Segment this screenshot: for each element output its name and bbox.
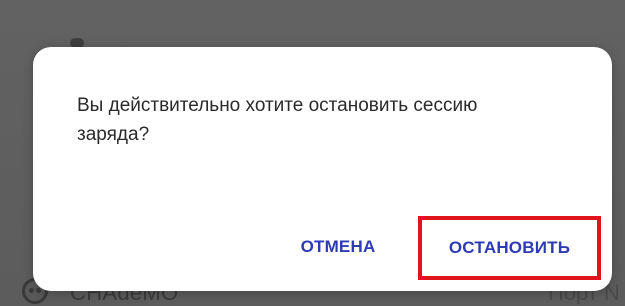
cancel-button[interactable]: ОТМЕНА xyxy=(283,237,393,257)
stop-session-dialog: Вы действительно хотите остановить сесси… xyxy=(33,47,612,291)
app-screen: CHAdeMO Порт N Вы действительно хотите о… xyxy=(0,0,625,306)
dialog-message: Вы действительно хотите остановить сесси… xyxy=(77,95,478,145)
stop-button[interactable]: ОСТАНОВИТЬ xyxy=(418,216,601,280)
